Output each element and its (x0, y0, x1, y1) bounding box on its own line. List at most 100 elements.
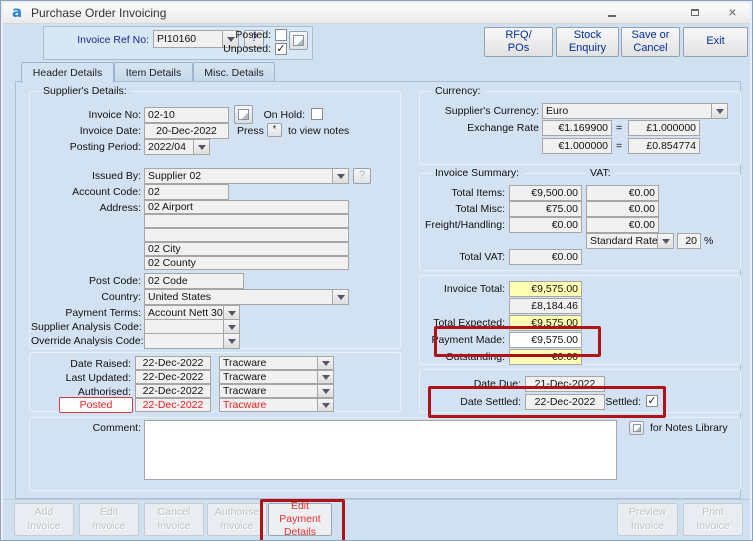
country-combobox[interactable]: United States (144, 289, 349, 305)
authorise-invoice-line1: Authorise (214, 506, 260, 519)
close-icon[interactable] (724, 5, 741, 19)
total-expected-label: Total Expected: (433, 317, 505, 329)
total-items-vat-field[interactable]: €0.00 (586, 185, 659, 201)
posted-label: Posted: (235, 29, 271, 41)
suppliers-currency-combobox[interactable]: Euro (542, 103, 728, 119)
issued-by-help-button[interactable]: ? (353, 168, 371, 184)
post-code-field[interactable]: 02 Code (144, 273, 244, 289)
authorise-invoice-button[interactable]: Authorise Invoice (207, 503, 267, 536)
settled-label: Settled: (605, 396, 641, 408)
address-line-1[interactable]: 02 Airport (144, 200, 349, 214)
freight-handling-vat-field[interactable]: €0.00 (586, 217, 659, 233)
chevron-down-icon[interactable] (332, 169, 348, 183)
currency-legend: Currency: (431, 85, 485, 97)
chevron-down-icon[interactable] (223, 334, 239, 348)
chevron-down-icon[interactable] (657, 234, 673, 248)
equals-sign: = (616, 122, 623, 134)
tab-misc-details[interactable]: Misc. Details (193, 62, 275, 82)
stock-enquiry-line2: Enquiry (568, 42, 607, 54)
address-line-2[interactable] (144, 214, 349, 228)
stock-enquiry-line1: Stock (573, 28, 602, 41)
address-line-4[interactable]: 02 City (144, 242, 349, 256)
posted-user-combobox[interactable]: Tracware (219, 398, 334, 412)
last-updated-field[interactable]: 22-Dec-2022 (135, 370, 211, 384)
edit-payment-details-button[interactable]: Edit Payment Details (268, 499, 332, 538)
comment-label: Comment: (92, 422, 141, 434)
add-invoice-button[interactable]: Add Invoice (14, 503, 74, 536)
exchange-rate-from-1[interactable]: €1.169900 (542, 120, 612, 136)
rfq-pos-button[interactable]: RFQ/ POs (484, 27, 553, 57)
chevron-down-icon[interactable] (317, 385, 333, 397)
unposted-checkbox[interactable] (275, 43, 287, 55)
on-hold-label: On Hold: (263, 109, 305, 121)
chevron-down-icon[interactable] (317, 371, 333, 383)
invoice-summary-legend: Invoice Summary: (431, 167, 524, 179)
total-misc-field[interactable]: €75.00 (509, 201, 582, 217)
posted-date-field[interactable]: 22-Dec-2022 (135, 398, 211, 412)
chevron-down-icon[interactable] (332, 290, 348, 304)
posted-checkbox[interactable] (275, 29, 287, 41)
payment-terms-value: Account Nett 30 (148, 307, 223, 319)
date-due-field[interactable]: 21-Dec-2022 (525, 376, 605, 392)
payment-made-field[interactable]: €9,575.00 (509, 332, 582, 348)
date-settled-field[interactable]: 22-Dec-2022 (525, 394, 605, 410)
vat-percent-field[interactable]: 20 (677, 233, 701, 249)
exchange-rate-to-1[interactable]: £1.000000 (628, 120, 700, 136)
chevron-down-icon[interactable] (193, 140, 209, 154)
last-updated-user-combobox[interactable]: Tracware (219, 370, 334, 384)
edit-invoice-button[interactable]: Edit Invoice (79, 503, 139, 536)
tab-header-details[interactable]: Header Details (21, 62, 114, 83)
view-notes-key-button[interactable]: * (267, 123, 282, 137)
total-vat-label: Total VAT: (459, 251, 505, 263)
notes-library-button[interactable] (629, 421, 644, 435)
cancel-invoice-line1: Cancel (157, 506, 191, 519)
tab-item-details[interactable]: Item Details (114, 62, 193, 82)
date-raised-field[interactable]: 22-Dec-2022 (135, 356, 211, 370)
issued-by-combobox[interactable]: Supplier 02 (144, 168, 349, 184)
print-invoice-button[interactable]: Print Invoice (683, 503, 743, 536)
outstanding-field: €0.00 (509, 349, 582, 365)
date-raised-user-combobox[interactable]: Tracware (219, 356, 334, 370)
authorised-field[interactable]: 22-Dec-2022 (135, 384, 211, 398)
invoice-no-field[interactable]: 02-10 (144, 107, 229, 123)
save-or-cancel-button[interactable]: Save or Cancel (621, 27, 680, 57)
chevron-down-icon[interactable] (317, 399, 333, 411)
window-title: Purchase Order Invoicing (31, 6, 167, 20)
suppliers-currency-value: Euro (546, 105, 569, 117)
invoice-ref-label: Invoice Ref No: (77, 34, 149, 46)
maximize-icon[interactable] (686, 5, 703, 19)
freight-handling-field[interactable]: €0.00 (509, 217, 582, 233)
total-misc-vat-field[interactable]: €0.00 (586, 201, 659, 217)
preview-invoice-button[interactable]: Preview Invoice (617, 503, 678, 536)
note-icon (632, 424, 641, 432)
print-invoice-line1: Print (702, 506, 724, 519)
posting-period-combobox[interactable]: 2022/04 (144, 139, 210, 155)
posted-user: Tracware (223, 399, 267, 411)
minimize-icon[interactable] (603, 5, 620, 19)
outstanding-label: Outstanding: (445, 351, 505, 363)
total-vat-field[interactable]: €0.00 (509, 249, 582, 265)
chevron-down-icon[interactable] (317, 357, 333, 369)
authorised-user-combobox[interactable]: Tracware (219, 384, 334, 398)
override-analysis-code-combobox[interactable] (144, 333, 240, 349)
edit-payment-details-line1: Edit Payment (279, 499, 321, 525)
invoice-date-field[interactable]: 20-Dec-2022 (144, 123, 229, 139)
authorised-user: Tracware (223, 385, 267, 397)
stock-enquiry-button[interactable]: Stock Enquiry (556, 27, 619, 57)
chevron-down-icon[interactable] (711, 104, 727, 118)
settled-checkbox[interactable] (646, 395, 658, 407)
vat-rate-combobox[interactable]: Standard Rate (586, 233, 674, 249)
address-line-3[interactable] (144, 228, 349, 242)
address-line-5[interactable]: 02 County (144, 256, 349, 270)
notes-button[interactable] (289, 31, 308, 50)
exchange-rate-from-2[interactable]: €1.000000 (542, 138, 612, 154)
comment-textarea[interactable] (144, 420, 617, 480)
exit-button[interactable]: Exit (683, 27, 748, 57)
issued-by-value: Supplier 02 (148, 170, 202, 182)
cancel-invoice-button[interactable]: Cancel Invoice (144, 503, 204, 536)
on-hold-checkbox[interactable] (311, 108, 323, 120)
account-code-field[interactable]: 02 (144, 184, 229, 200)
total-items-field[interactable]: €9,500.00 (509, 185, 582, 201)
exchange-rate-to-2[interactable]: £0.854774 (628, 138, 700, 154)
country-label: Country: (101, 291, 141, 303)
